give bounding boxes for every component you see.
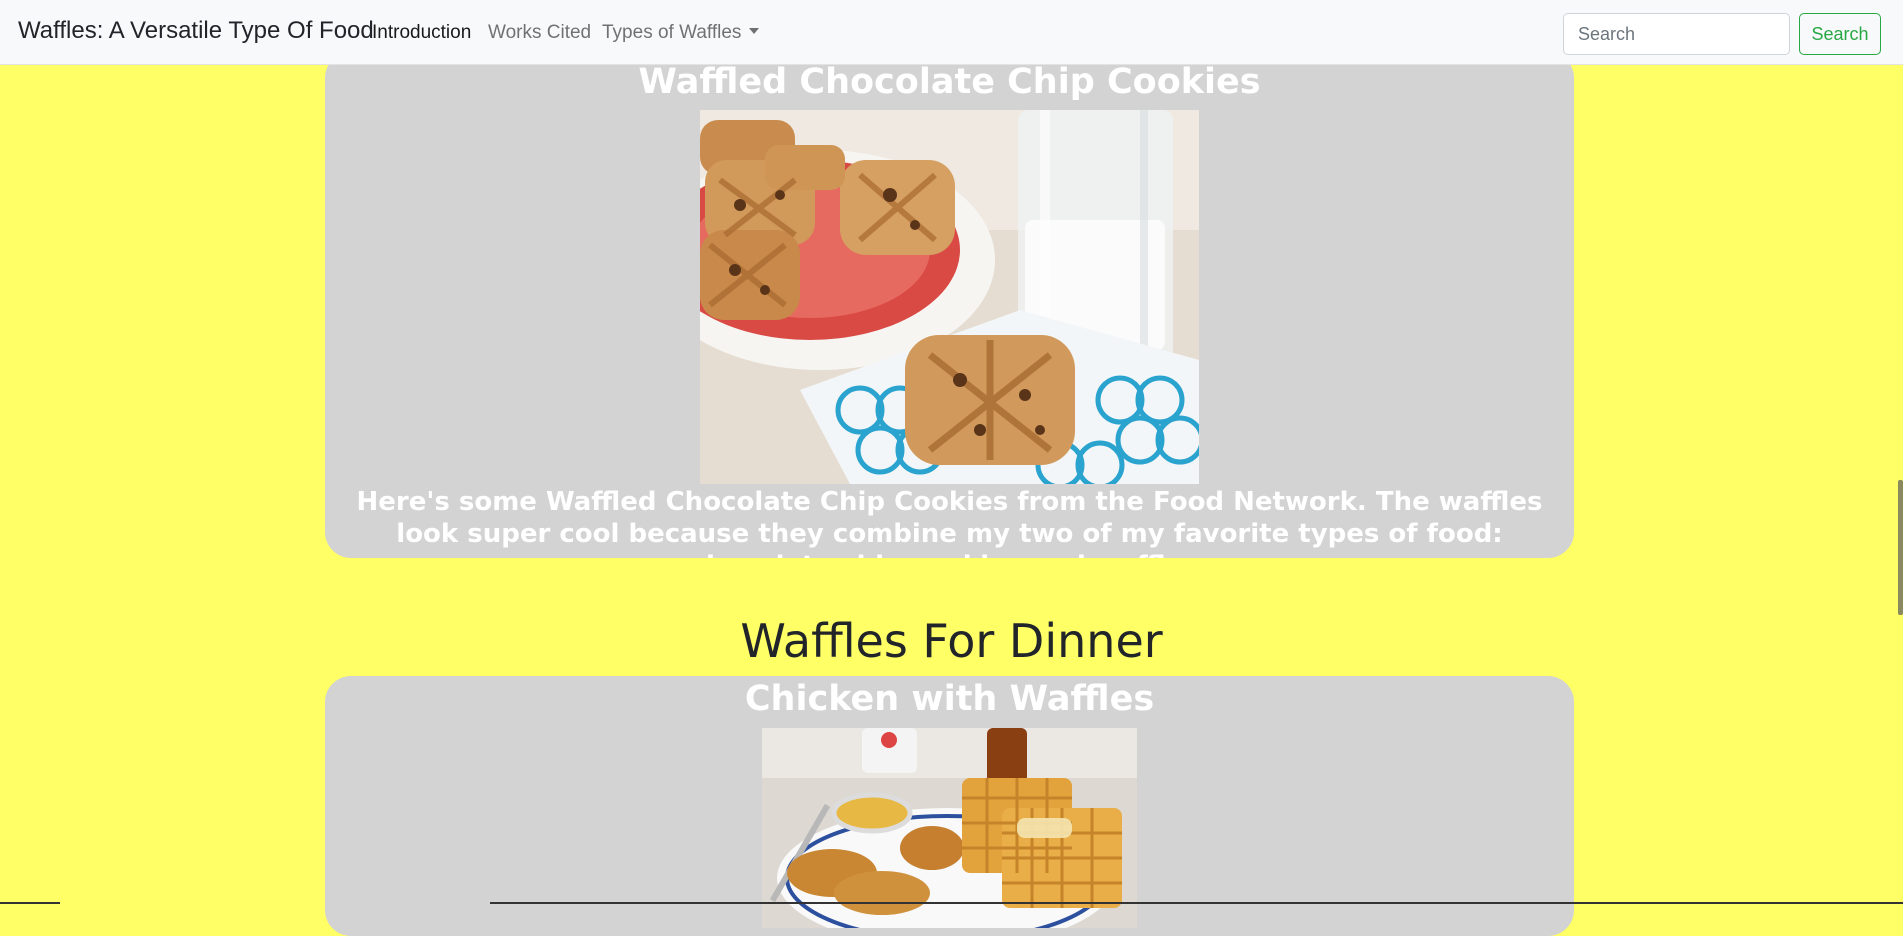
card-description: Here's some Waffled Chocolate Chip Cooki… — [356, 487, 1543, 558]
nav-link-introduction[interactable]: Introduction — [372, 22, 471, 44]
nav-dropdown-label: Types of Waffles — [602, 22, 742, 43]
nav-link-works-cited[interactable]: Works Cited — [488, 22, 591, 44]
section-heading-dinner: Waffles For Dinner — [740, 614, 1163, 668]
chicken-waffles-photo — [762, 728, 1137, 928]
nav-dropdown-types-of-waffles[interactable]: Types of Waffles — [602, 22, 760, 44]
waffle-cookies-photo — [700, 110, 1199, 484]
site-brand[interactable]: Waffles: A Versatile Type Of Food — [18, 17, 374, 45]
recipe-card-chocolate-chip-cookies: Waffled Chocolate Chip Cookies Here's so… — [325, 52, 1574, 558]
card-title: Waffled Chocolate Chip Cookies — [638, 62, 1261, 102]
top-navbar: Waffles: A Versatile Type Of Food Introd… — [0, 0, 1903, 65]
recipe-card-chicken-with-waffles: Chicken with Waffles — [325, 676, 1574, 936]
search-input[interactable] — [1563, 13, 1790, 55]
search-button[interactable]: Search — [1799, 13, 1881, 55]
page-scrollbar-thumb[interactable] — [1898, 480, 1903, 615]
caret-down-icon — [749, 28, 760, 34]
card-title: Chicken with Waffles — [744, 679, 1155, 719]
